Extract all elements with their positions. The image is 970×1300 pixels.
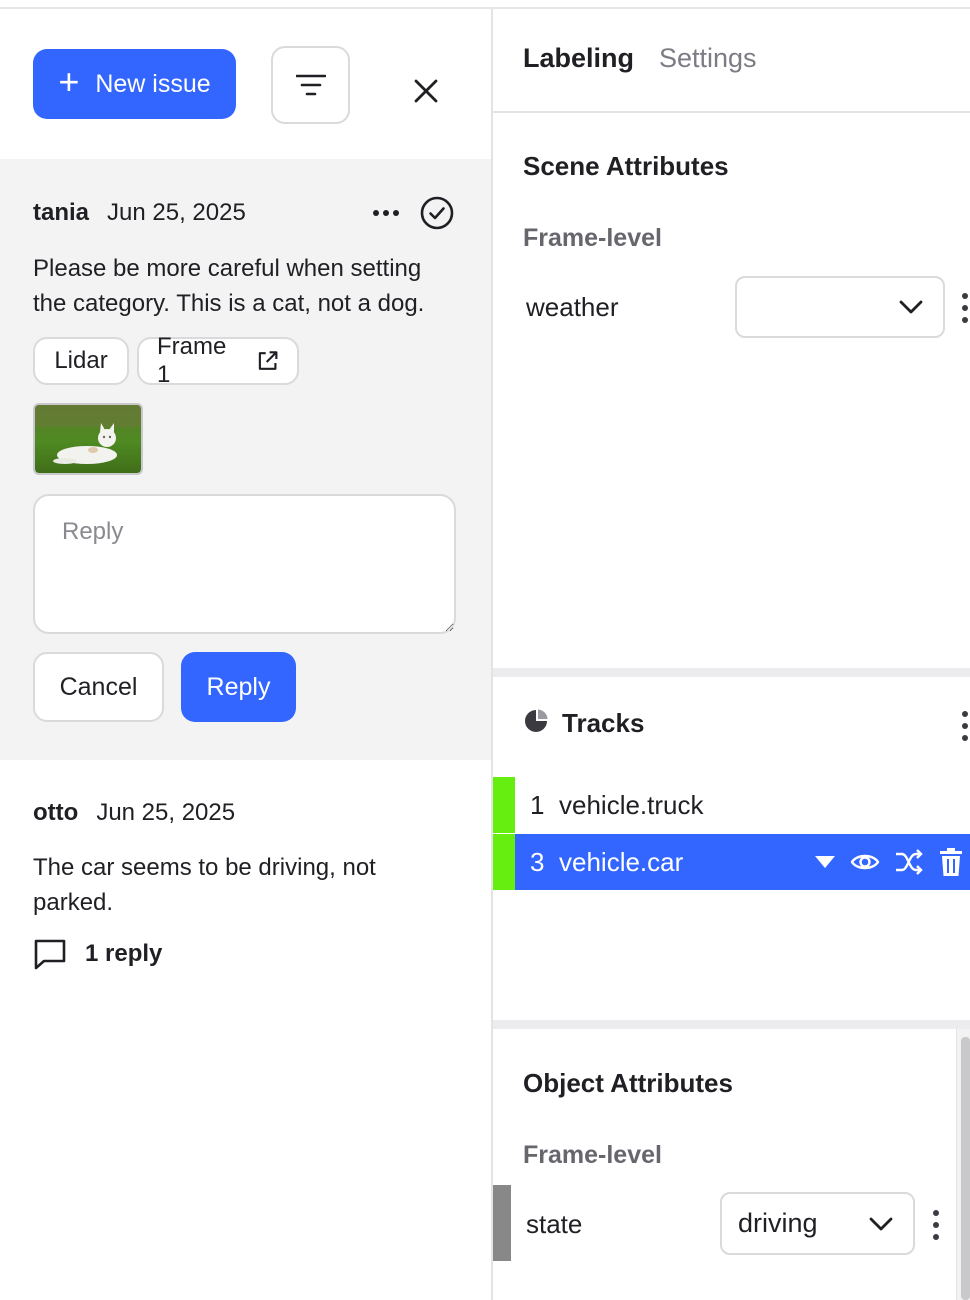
frame-chip[interactable]: Frame 1 bbox=[137, 333, 299, 388]
trash-icon[interactable] bbox=[938, 847, 964, 877]
track-row-selected[interactable]: 3 vehicle.car bbox=[493, 834, 970, 890]
tracks-title: Tracks bbox=[562, 708, 645, 738]
scrollbar-thumb[interactable] bbox=[961, 1037, 970, 1300]
section-separator bbox=[493, 668, 970, 677]
frame-chip-label: Frame 1 bbox=[157, 333, 227, 388]
cat-image bbox=[35, 405, 141, 473]
close-panel-button[interactable] bbox=[404, 69, 448, 113]
track-actions bbox=[814, 847, 964, 877]
attribute-indicator-bar bbox=[493, 1185, 511, 1261]
resolve-check-icon[interactable] bbox=[420, 196, 454, 230]
issues-panel: + New issue tania Jun 25, 2025 Please be… bbox=[0, 9, 491, 1300]
issue-author: tania bbox=[33, 199, 90, 226]
issue-date: Jun 25, 2025 bbox=[96, 799, 236, 826]
issue-date: Jun 25, 2025 bbox=[107, 199, 246, 226]
track-color-swatch bbox=[493, 777, 515, 833]
track-name: vehicle.truck bbox=[559, 789, 704, 820]
issue-header: tania Jun 25, 2025 bbox=[33, 199, 246, 227]
state-value: driving bbox=[738, 1208, 818, 1238]
object-attributes-title: Object Attributes bbox=[523, 1068, 733, 1098]
weather-label: weather bbox=[526, 292, 619, 322]
state-label: state bbox=[526, 1209, 583, 1239]
sensor-chip-label: Lidar bbox=[54, 347, 108, 374]
track-name: vehicle.car bbox=[559, 846, 684, 877]
filter-button[interactable] bbox=[271, 46, 350, 124]
replies-link[interactable]: 1 reply bbox=[33, 938, 162, 970]
object-frame-level-title: Frame-level bbox=[523, 1141, 662, 1169]
new-issue-button[interactable]: + New issue bbox=[33, 49, 236, 119]
section-separator bbox=[493, 1020, 970, 1029]
track-id: 1 bbox=[530, 789, 545, 820]
comment-icon bbox=[34, 939, 66, 970]
labeling-panel: Labeling Settings Scene Attributes Frame… bbox=[493, 9, 970, 1300]
more-icon[interactable] bbox=[370, 201, 402, 225]
reply-label: Reply bbox=[206, 672, 271, 701]
scene-frame-level-title: Frame-level bbox=[523, 224, 662, 252]
issue-author: otto bbox=[33, 799, 79, 826]
shuffle-icon[interactable] bbox=[894, 849, 924, 875]
kebab-icon[interactable] bbox=[931, 1210, 941, 1240]
eye-icon[interactable] bbox=[850, 851, 880, 873]
attachment-thumbnail[interactable] bbox=[33, 403, 143, 475]
kebab-icon[interactable] bbox=[960, 711, 970, 741]
reply-button[interactable]: Reply bbox=[181, 652, 296, 722]
plus-icon: + bbox=[58, 61, 80, 102]
replies-count: 1 reply bbox=[85, 940, 163, 967]
external-link-icon bbox=[258, 351, 278, 370]
state-select[interactable]: driving bbox=[720, 1192, 915, 1255]
cancel-button[interactable]: Cancel bbox=[33, 652, 164, 722]
scene-attributes-title: Scene Attributes bbox=[523, 151, 729, 181]
track-row[interactable]: 1 vehicle.truck bbox=[493, 777, 970, 833]
issue-text: Please be more careful when setting the … bbox=[33, 255, 425, 317]
reply-input[interactable] bbox=[33, 494, 456, 634]
tab-labeling[interactable]: Labeling bbox=[523, 43, 634, 74]
issue-card-expanded: tania Jun 25, 2025 Please be more carefu… bbox=[0, 159, 491, 760]
pie-chart-icon bbox=[525, 709, 548, 732]
close-icon bbox=[414, 79, 438, 103]
track-color-swatch bbox=[493, 834, 515, 890]
kebab-icon[interactable] bbox=[960, 293, 970, 323]
track-id: 3 bbox=[530, 846, 545, 877]
issue-header: otto Jun 25, 2025 bbox=[33, 799, 235, 827]
new-issue-label: New issue bbox=[95, 69, 211, 98]
top-border bbox=[0, 0, 970, 9]
sensor-chip[interactable]: Lidar bbox=[33, 337, 129, 385]
caret-down-icon[interactable] bbox=[814, 855, 836, 869]
chevron-down-icon bbox=[899, 300, 923, 314]
filter-icon bbox=[295, 74, 326, 96]
tab-settings[interactable]: Settings bbox=[659, 43, 757, 74]
cancel-label: Cancel bbox=[59, 672, 138, 701]
issue-card[interactable]: otto Jun 25, 2025 The car seems to be dr… bbox=[0, 760, 491, 1020]
chevron-down-icon bbox=[869, 1217, 893, 1230]
issue-text: The car seems to be driving, not parked. bbox=[33, 854, 376, 916]
weather-select[interactable] bbox=[735, 276, 945, 338]
tab-bar: Labeling Settings bbox=[493, 9, 970, 113]
